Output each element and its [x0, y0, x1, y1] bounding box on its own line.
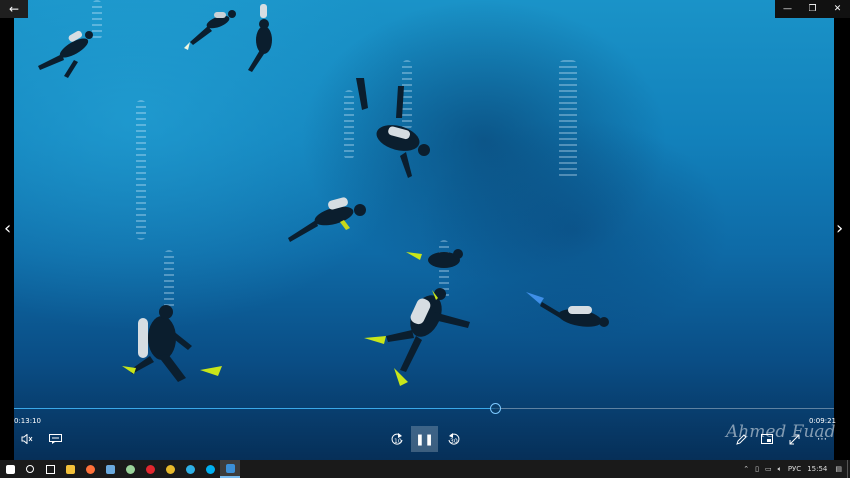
diver-figure: [356, 78, 430, 178]
taskbar-file-explorer-button[interactable]: [60, 460, 80, 478]
taskbar-skype-button[interactable]: [200, 460, 220, 478]
diver-figure: [38, 30, 93, 78]
language-indicator[interactable]: РУС: [785, 465, 804, 473]
expand-icon: [789, 434, 799, 444]
opera-icon: [145, 464, 155, 474]
chat-icon: [125, 464, 135, 474]
edit-button[interactable]: [734, 433, 748, 445]
taskbar: [0, 460, 850, 478]
volume-icon[interactable]: 🔈︎: [775, 465, 785, 474]
chevron-up-icon[interactable]: ⌃: [740, 465, 752, 473]
elapsed-time: 0:13:10: [14, 417, 41, 425]
search-icon: [26, 465, 34, 473]
taskbar-search-button[interactable]: [20, 460, 40, 478]
pause-icon: ❚❚: [415, 432, 434, 446]
previous-button[interactable]: ‹: [4, 220, 11, 238]
diver-figure: [526, 292, 609, 327]
seek-thumb[interactable]: [489, 403, 501, 414]
fullscreen-button[interactable]: [787, 433, 801, 445]
diver-figure: [248, 4, 272, 72]
mini-view-button[interactable]: [760, 433, 774, 445]
clock[interactable]: 15:54: [804, 465, 830, 473]
usb-icon[interactable]: ▯: [752, 465, 762, 473]
diver-figure: [364, 288, 470, 386]
system-tray: ⌃ ▯ ▭ 🔈︎ РУС 15:54 ▤: [740, 460, 850, 478]
video-frame[interactable]: [14, 0, 834, 460]
taskbar-chat-button[interactable]: [120, 460, 140, 478]
diver-figure: [288, 197, 366, 242]
window-controls: — ❐ ✕: [775, 0, 850, 18]
chrome-icon: [165, 464, 175, 474]
taskbar-media-player-button[interactable]: [220, 460, 240, 478]
diver-figure: [406, 249, 463, 268]
skip-forward-label: 30: [450, 438, 458, 445]
mini-view-icon: [761, 434, 773, 444]
taskbar-firefox-button[interactable]: [80, 460, 100, 478]
photos-icon: [105, 464, 115, 474]
taskbar-photos-button[interactable]: [100, 460, 120, 478]
close-button[interactable]: ✕: [825, 0, 850, 18]
diver-figure: [122, 305, 222, 382]
video-player-window: ← — ❐ ✕ ‹ › 0:13:10 0:09:21 10 ❚❚ 30 Ahm…: [0, 0, 850, 460]
ellipsis-icon: ⋯: [817, 433, 827, 445]
next-button[interactable]: ›: [836, 220, 843, 238]
taskbar-task-view-button[interactable]: [40, 460, 60, 478]
restore-button[interactable]: ❐: [800, 0, 825, 18]
pause-button[interactable]: ❚❚: [411, 426, 438, 452]
back-arrow-icon: ←: [8, 2, 20, 16]
windows-start-icon: [5, 464, 15, 474]
close-icon: ✕: [833, 4, 842, 14]
restore-icon: ❐: [808, 4, 817, 14]
task-view-icon: [45, 464, 55, 474]
pencil-icon: [735, 433, 747, 445]
battery-icon[interactable]: ▭: [762, 465, 775, 473]
bubble-column: [136, 100, 146, 240]
chevron-left-icon: ‹: [4, 218, 12, 239]
bubble-column: [559, 60, 577, 180]
firefox-icon: [85, 464, 95, 474]
edge-icon: [185, 464, 195, 474]
taskbar-opera-button[interactable]: [140, 460, 160, 478]
captions-button[interactable]: [47, 433, 63, 445]
skip-back-label: 10: [394, 438, 402, 445]
back-button[interactable]: ←: [0, 0, 28, 18]
minimize-button[interactable]: —: [775, 0, 800, 18]
volume-muted-icon: [21, 434, 33, 444]
file-explorer-icon: [65, 464, 75, 474]
notifications-icon[interactable]: ▤: [830, 465, 847, 473]
minimize-icon: —: [783, 4, 792, 14]
taskbar-chrome-button[interactable]: [160, 460, 180, 478]
skip-forward-button[interactable]: 30: [445, 431, 463, 447]
chevron-right-icon: ›: [836, 218, 844, 239]
media-player-icon: [225, 463, 235, 473]
captions-icon: [48, 434, 62, 444]
taskbar-windows-start-button[interactable]: [0, 460, 20, 478]
skype-icon: [205, 464, 215, 474]
skip-back-button[interactable]: 10: [388, 431, 406, 447]
seek-bar[interactable]: [14, 402, 834, 414]
mute-button[interactable]: [20, 433, 34, 445]
taskbar-edge-button[interactable]: [180, 460, 200, 478]
seek-progress: [14, 408, 495, 409]
more-options-button[interactable]: ⋯: [815, 433, 829, 445]
